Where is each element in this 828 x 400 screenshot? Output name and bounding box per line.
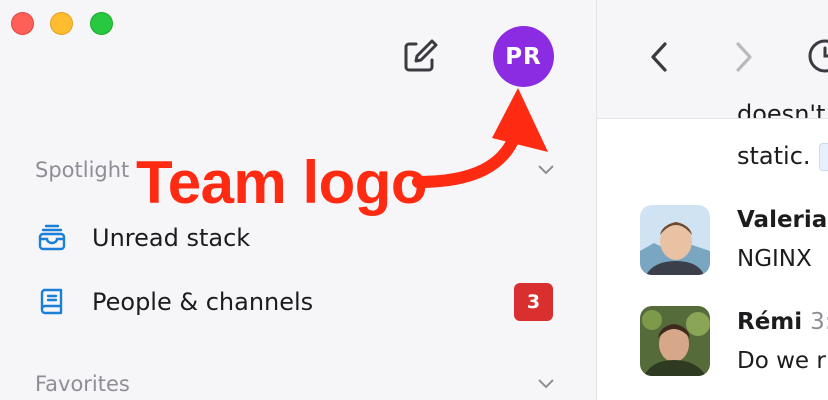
history-clock-icon[interactable] — [805, 38, 828, 74]
message-text: Do we r — [737, 348, 826, 374]
message-text: NGINX — [737, 246, 812, 272]
avatar[interactable] — [640, 306, 710, 376]
message-text-partial: doesn't — [737, 100, 826, 118]
sidebar-item-label: People & channels — [92, 288, 314, 316]
message-text-fragment: static. — [737, 142, 811, 170]
sidebar-item-label: Unread stack — [92, 224, 251, 252]
section-label-favorites: Favorites — [35, 372, 130, 396]
inline-code-chip — [818, 143, 828, 171]
back-arrow-icon[interactable] — [647, 40, 671, 74]
conversation-pane: doesn't static. Valeria NGINX Rémi 3: Do … — [597, 0, 828, 400]
author-name: Valeria — [737, 207, 828, 233]
unread-count-badge: 3 — [514, 283, 553, 321]
message-text: static. — [737, 142, 828, 171]
message-author[interactable]: Valeria — [737, 207, 827, 233]
sidebar-item-people-channels[interactable]: People & channels 3 — [0, 276, 596, 328]
chevron-down-icon[interactable] — [538, 379, 554, 389]
close-window-button[interactable] — [11, 12, 34, 35]
compose-icon[interactable] — [402, 38, 438, 74]
avatar-photo-remi — [640, 306, 710, 376]
avatar-photo-valeria — [640, 205, 710, 275]
annotation-label: Team logo — [136, 149, 428, 216]
section-label-spotlight: Spotlight — [35, 158, 130, 182]
author-name: Rémi — [737, 309, 803, 335]
message-author[interactable]: Rémi 3: — [737, 309, 828, 335]
minimize-window-button[interactable] — [50, 12, 73, 35]
avatar[interactable] — [640, 205, 710, 275]
book-icon — [40, 288, 63, 315]
sidebar-item-unread-stack[interactable]: Unread stack — [0, 212, 596, 264]
forward-arrow-icon[interactable] — [732, 40, 756, 74]
zoom-window-button[interactable] — [90, 12, 113, 35]
message-timestamp: 3: — [810, 309, 828, 335]
team-logo-avatar[interactable]: PR — [493, 26, 554, 87]
inbox-tray-icon — [38, 224, 66, 251]
